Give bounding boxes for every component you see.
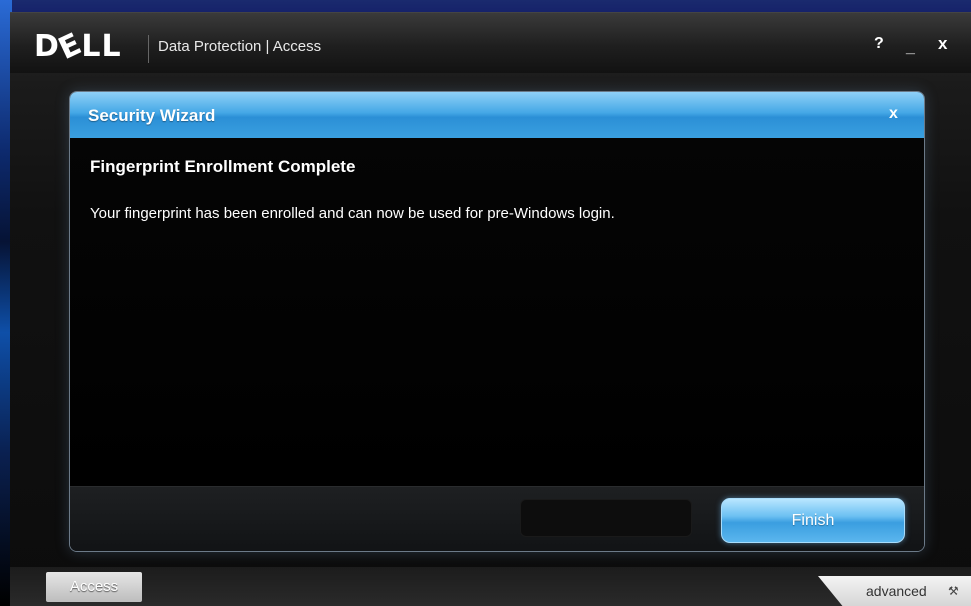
advanced-label: advanced <box>866 583 927 599</box>
access-tab[interactable]: Access <box>46 572 142 602</box>
title-bar: DELL Data Protection | Access ? _ x <box>10 13 971 73</box>
wizard-heading: Fingerprint Enrollment Complete <box>90 157 356 176</box>
cancel-button[interactable] <box>520 499 692 537</box>
wizard-title: Security Wizard <box>88 106 216 125</box>
title-separator <box>148 35 149 63</box>
wrench-icon: ⚒ <box>948 584 959 598</box>
wizard-message: Your fingerprint has been enrolled and c… <box>90 205 615 222</box>
wizard-body: Fingerprint Enrollment Complete Your fin… <box>70 138 924 486</box>
help-button[interactable]: ? <box>874 33 884 55</box>
minimize-button[interactable]: _ <box>906 37 915 59</box>
app-title: Data Protection | Access <box>158 38 322 55</box>
finish-button[interactable]: Finish <box>721 498 905 543</box>
wizard-footer: Finish <box>70 486 924 551</box>
close-button[interactable]: x <box>938 33 947 55</box>
dell-logo: DELL <box>34 26 122 67</box>
security-wizard-dialog: Security Wizard x Fingerprint Enrollment… <box>69 91 925 552</box>
bottom-bar: Access advanced ⚒ <box>10 567 971 606</box>
advanced-link[interactable]: advanced ⚒ <box>818 576 971 606</box>
wizard-close-button[interactable]: x <box>889 104 898 124</box>
wizard-header: Security Wizard x <box>70 92 924 138</box>
